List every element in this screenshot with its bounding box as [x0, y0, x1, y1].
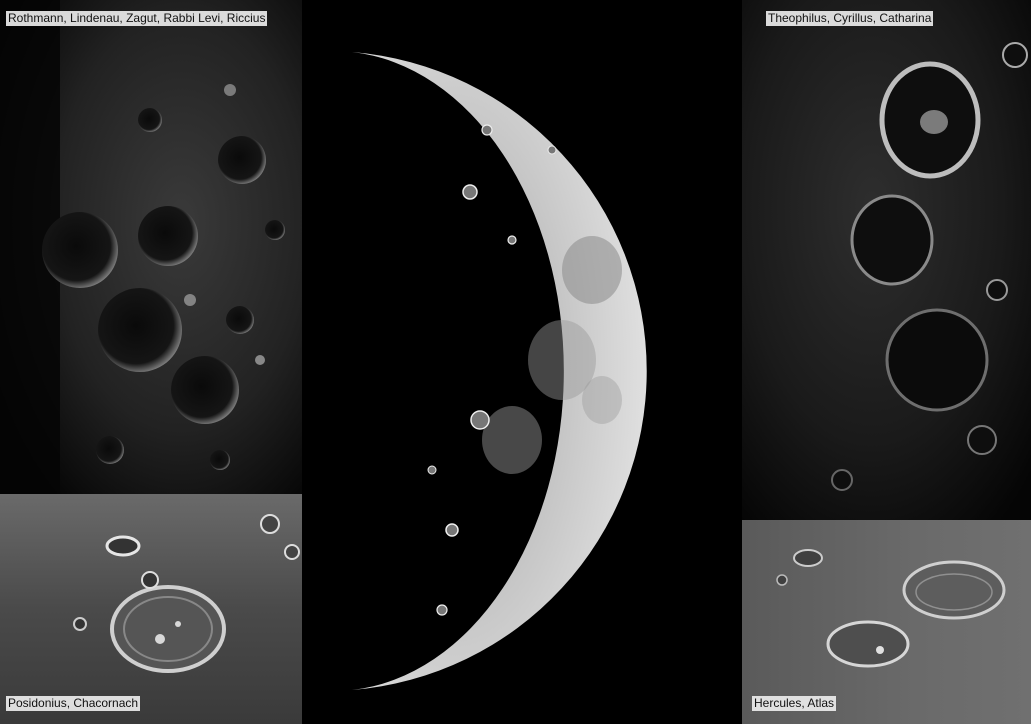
- panel-label: Theophilus, Cyrillus, Catharina: [766, 11, 934, 26]
- panel-label: Hercules, Atlas: [752, 696, 837, 711]
- panel-label: Posidonius, Chacornach: [6, 696, 141, 711]
- crescent-moon-image: [302, 0, 742, 724]
- crater-closeup-hercules: Hercules, Atlas: [742, 520, 1031, 724]
- crater-closeup-rothmann: Rothmann, Lindenau, Zagut, Rabbi Levi, R…: [0, 0, 302, 494]
- crater-closeup-theophilus: Theophilus, Cyrillus, Catharina: [742, 0, 1031, 520]
- panel-label: Rothmann, Lindenau, Zagut, Rabbi Levi, R…: [6, 11, 268, 26]
- crater-closeup-posidonius: Posidonius, Chacornach: [0, 494, 302, 724]
